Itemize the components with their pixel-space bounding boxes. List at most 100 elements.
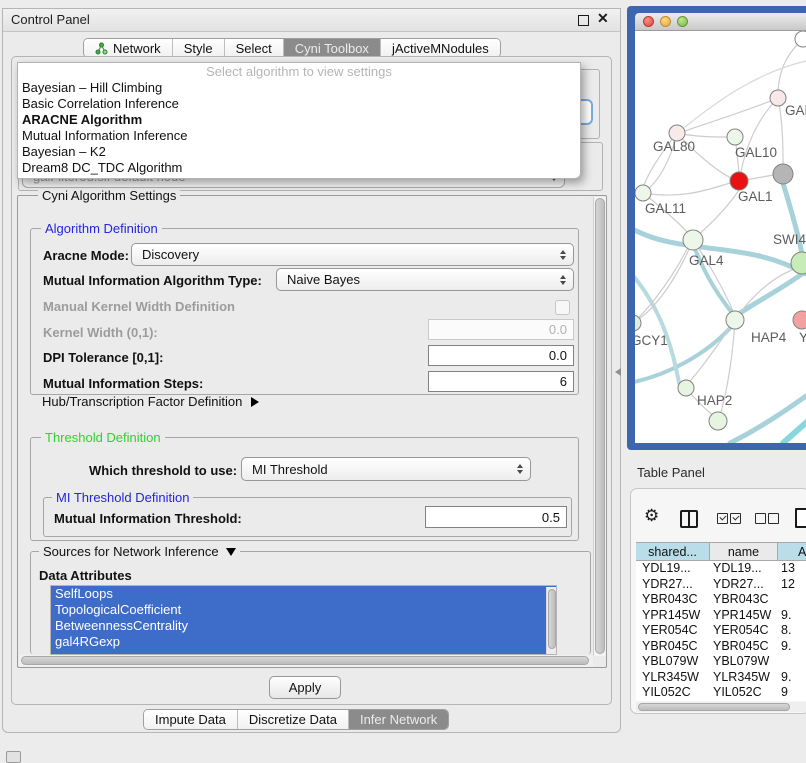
apply-button[interactable]: Apply (269, 676, 341, 699)
data-attribute-item[interactable]: TopologicalCoefficient (51, 602, 556, 618)
algorithm-dropdown-item[interactable]: Dream8 DC_TDC Algorithm (18, 160, 580, 176)
network-edge[interactable] (736, 274, 802, 316)
network-node[interactable] (793, 311, 806, 329)
table-cell[interactable]: YDL19... (636, 561, 710, 577)
network-node[interactable] (730, 172, 748, 190)
table-row[interactable]: YLR345WYLR345W9. (636, 670, 806, 686)
network-edge[interactable] (778, 39, 803, 90)
table-body[interactable]: YDL19...YDL19...13YDR27...YDR27...12YBR0… (636, 561, 806, 701)
network-node[interactable] (795, 31, 806, 47)
table-cell[interactable]: YIL052C (710, 685, 778, 701)
network-view-window[interactable]: GALGAL80GAL10GAL1GAL11GAL4SWI4GCY1HAP4YH… (627, 6, 806, 450)
algorithm-dropdown-item[interactable]: Bayesian – Hill Climbing (18, 80, 580, 96)
network-edge[interactable] (635, 271, 679, 383)
column-header-partial[interactable]: A (778, 543, 806, 560)
table-cell[interactable]: 9. (778, 608, 806, 624)
table-cell[interactable]: 13 (778, 561, 806, 577)
data-attribute-item[interactable]: BetweennessCentrality (51, 618, 556, 634)
select-all-check-icon[interactable] (730, 513, 741, 524)
column-header-name[interactable]: name (710, 543, 778, 560)
data-attributes-list[interactable]: SelfLoopsTopologicalCoefficientBetweenne… (50, 585, 557, 655)
tab-network[interactable]: Network (84, 39, 172, 57)
table-row[interactable]: YBR045CYBR045C9. (636, 639, 806, 655)
table-cell[interactable] (778, 592, 806, 608)
table-cell[interactable]: YLR345W (636, 670, 710, 686)
settings-vertical-scrollbar[interactable] (593, 197, 606, 656)
settings-horizontal-scrollbar[interactable] (19, 655, 593, 667)
table-row[interactable]: YDL19...YDL19...13 (636, 561, 806, 577)
network-node[interactable] (773, 164, 793, 184)
network-view-titlebar[interactable] (635, 13, 806, 31)
which-threshold-combobox[interactable]: MI Threshold (241, 457, 531, 481)
table-cell[interactable]: 9 (778, 685, 806, 701)
network-node[interactable] (727, 129, 743, 145)
attributes-scrollbar[interactable] (546, 587, 557, 655)
table-cell[interactable]: YER054C (710, 623, 778, 639)
tab-cyni-toolbox[interactable]: Cyni Toolbox (283, 39, 380, 57)
network-node[interactable] (678, 380, 694, 396)
data-attribute-item[interactable]: gal4RGexp (51, 634, 556, 650)
network-node[interactable] (726, 311, 744, 329)
minimized-panel-icon[interactable] (6, 751, 21, 763)
window-zoom-icon[interactable] (677, 16, 688, 27)
export-table-icon[interactable] (795, 508, 806, 528)
tab-jactivemnodules[interactable]: jActiveMNodules (380, 39, 500, 57)
settings-horizontal-scrollbar-thumb[interactable] (21, 656, 589, 665)
table-cell[interactable]: YDR27... (636, 577, 710, 593)
table-cell[interactable]: YBL079W (710, 654, 778, 670)
table-row[interactable]: YBR043CYBR043C (636, 592, 806, 608)
sources-group-title-row[interactable]: Sources for Network Inference (39, 544, 240, 559)
network-node[interactable] (709, 412, 727, 430)
table-cell[interactable]: YPR145W (710, 608, 778, 624)
table-cell[interactable]: 8. (778, 623, 806, 639)
deselect-all-check-icon[interactable] (755, 513, 766, 524)
network-edge[interactable] (697, 190, 739, 236)
table-cell[interactable]: YDR27... (710, 577, 778, 593)
tab-select[interactable]: Select (224, 39, 283, 57)
table-row[interactable]: YIL052CYIL052C9 (636, 685, 806, 701)
algorithm-dropdown-item[interactable]: Bayesian – K2 (18, 144, 580, 160)
network-edge[interactable] (643, 183, 730, 195)
select-all-check-icon[interactable] (717, 513, 728, 524)
column-visibility-icon[interactable] (680, 510, 698, 528)
table-row[interactable]: YPR145WYPR145W9. (636, 608, 806, 624)
hub-expander[interactable]: Hub/Transcription Factor Definition (42, 394, 259, 409)
mi-steps-field[interactable]: 6 (428, 371, 574, 392)
data-attribute-item[interactable]: SelfLoops (51, 586, 556, 602)
table-horizontal-scrollbar[interactable] (636, 702, 806, 712)
algorithm-dropdown-item[interactable]: Basic Correlation Inference (18, 96, 580, 112)
network-edge[interactable] (783, 421, 806, 443)
network-node[interactable] (791, 252, 806, 274)
tab-discretize-data[interactable]: Discretize Data (237, 710, 348, 729)
table-cell[interactable]: YIL052C (636, 685, 710, 701)
network-edge[interactable] (778, 98, 783, 164)
table-cell[interactable]: 12 (778, 577, 806, 593)
table-cell[interactable]: YPR145W (636, 608, 710, 624)
tab-impute-data[interactable]: Impute Data (144, 710, 237, 729)
table-cell[interactable]: YER054C (636, 623, 710, 639)
manual-kernel-checkbox[interactable] (555, 300, 570, 315)
float-panel-icon[interactable] (578, 15, 589, 26)
window-close-icon[interactable] (643, 16, 654, 27)
table-cell[interactable]: YLR345W (710, 670, 778, 686)
table-cell[interactable]: YBL079W (636, 654, 710, 670)
window-minimize-icon[interactable] (660, 16, 671, 27)
attributes-scrollbar-thumb[interactable] (548, 589, 556, 649)
network-node[interactable] (683, 230, 703, 250)
table-cell[interactable]: YBR045C (636, 639, 710, 655)
algorithm-dropdown-item[interactable]: ARACNE Algorithm (18, 112, 580, 128)
tab-style[interactable]: Style (172, 39, 224, 57)
table-row[interactable]: YER054CYER054C8. (636, 623, 806, 639)
table-settings-gear-icon[interactable]: ⚙ (644, 507, 659, 524)
network-edge[interactable] (690, 320, 735, 381)
table-cell[interactable]: YBR043C (710, 592, 778, 608)
network-node[interactable] (770, 90, 786, 106)
table-row[interactable]: YDR27...YDR27...12 (636, 577, 806, 593)
mi-type-combobox[interactable]: Naive Bayes (276, 268, 574, 291)
mi-threshold-field[interactable]: 0.5 (425, 506, 567, 528)
network-canvas[interactable]: GALGAL80GAL10GAL1GAL11GAL4SWI4GCY1HAP4YH… (635, 31, 806, 443)
algorithm-dropdown-item[interactable]: Mutual Information Inference (18, 128, 580, 144)
table-horizontal-scrollbar-thumb[interactable] (638, 703, 790, 711)
column-header-shared-name[interactable]: shared... (636, 543, 710, 560)
aracne-mode-combobox[interactable]: Discovery (131, 243, 574, 266)
